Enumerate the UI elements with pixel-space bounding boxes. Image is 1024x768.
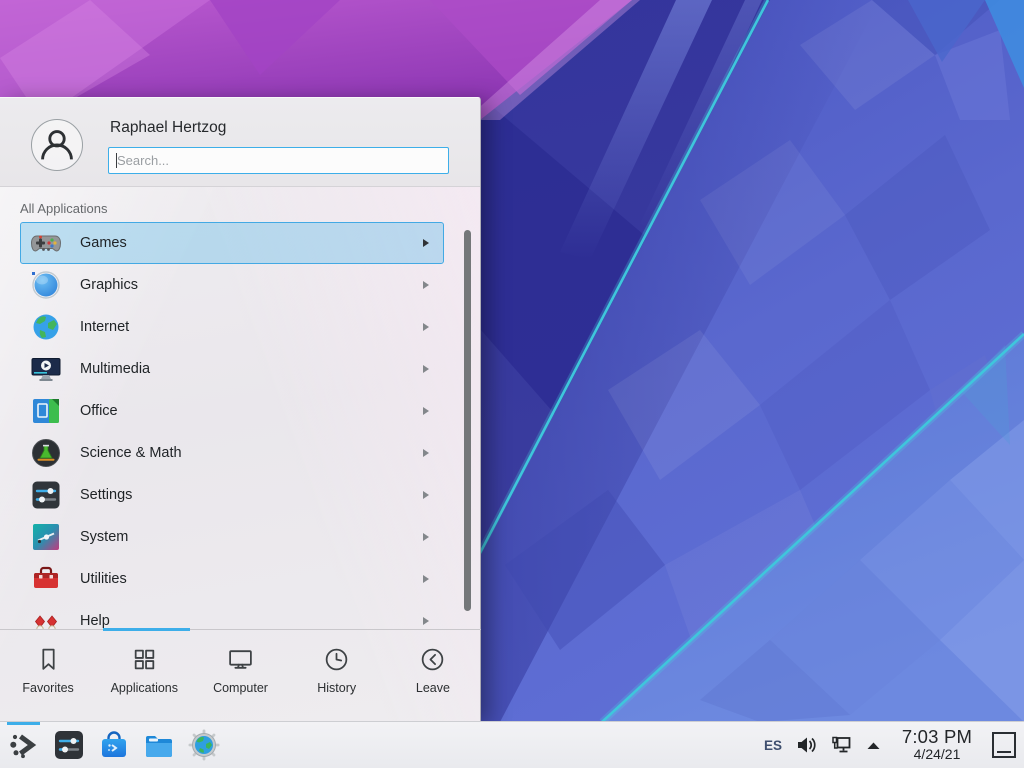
category-utilities[interactable]: Utilities [20, 558, 444, 600]
discover-button[interactable] [97, 728, 131, 762]
desktop: Raphael Hertzog All Applications Games [0, 0, 1024, 768]
folder-icon [142, 728, 176, 762]
shopping-bag-icon [97, 728, 131, 762]
toolbox-icon [30, 563, 62, 595]
list-scrollbar[interactable] [464, 230, 471, 611]
category-label: Science & Math [80, 445, 423, 461]
chevron-right-icon [423, 533, 429, 541]
chevron-right-icon [423, 617, 429, 625]
globe-icon [30, 311, 62, 343]
system-settings-button[interactable] [52, 728, 86, 762]
clock-date: 4/24/21 [895, 747, 979, 762]
show-desktop-button[interactable] [992, 732, 1016, 758]
active-launcher-indicator [7, 722, 40, 725]
clock-time: 7:03 PM [895, 727, 979, 747]
active-tab-indicator [103, 628, 190, 631]
section-label: All Applications [20, 201, 107, 216]
tab-applications[interactable]: Applications [96, 630, 192, 722]
category-label: Settings [80, 487, 423, 503]
documents-icon [30, 395, 62, 427]
user-name: Raphael Hertzog [110, 119, 226, 137]
search-input[interactable] [108, 147, 449, 174]
category-science-math[interactable]: Science & Math [20, 432, 444, 474]
monitor-play-icon [30, 353, 62, 385]
category-label: Graphics [80, 277, 423, 293]
menu-header: Raphael Hertzog [0, 98, 480, 187]
category-multimedia[interactable]: Multimedia [20, 348, 444, 390]
taskbar-launchers [7, 728, 221, 762]
tab-favorites[interactable]: Favorites [0, 630, 96, 722]
chevron-right-icon [423, 239, 429, 247]
text-cursor [116, 153, 117, 168]
expand-tray-icon[interactable] [865, 737, 882, 754]
tab-history[interactable]: History [289, 630, 385, 722]
clock-icon [323, 646, 350, 673]
file-manager-button[interactable] [142, 728, 176, 762]
category-office[interactable]: Office [20, 390, 444, 432]
menu-tab-bar: Favorites Applications Computer History … [0, 629, 481, 722]
computer-icon [227, 646, 254, 673]
system-tray: ES 7:03 PM 4/24/21 [764, 722, 1016, 768]
category-label: System [80, 529, 423, 545]
lifebuoy-icon [30, 605, 62, 629]
category-help[interactable]: Help [20, 600, 444, 629]
chevron-right-icon [423, 281, 429, 289]
blue-sphere-icon [30, 269, 62, 301]
category-games[interactable]: Games [20, 222, 444, 264]
category-label: Games [80, 235, 423, 251]
chevron-right-icon [423, 365, 429, 373]
sliders-icon [30, 479, 62, 511]
wired-network-icon[interactable] [830, 734, 852, 756]
kde-launcher-icon [7, 728, 41, 762]
system-slider-icon [30, 521, 62, 553]
web-browser-button[interactable] [187, 728, 221, 762]
flask-icon [30, 437, 62, 469]
category-internet[interactable]: Internet [20, 306, 444, 348]
leave-icon [419, 646, 446, 673]
category-label: Multimedia [80, 361, 423, 377]
gear-globe-icon [187, 728, 221, 762]
chevron-right-icon [423, 449, 429, 457]
chevron-right-icon [423, 491, 429, 499]
category-list: Games Graphics [0, 222, 456, 629]
category-label: Internet [80, 319, 423, 335]
application-launcher-button[interactable] [7, 728, 41, 762]
category-label: Office [80, 403, 423, 419]
chevron-right-icon [423, 323, 429, 331]
keyboard-layout-indicator[interactable]: ES [764, 738, 782, 753]
bookmark-icon [35, 646, 62, 673]
settings-sliders-icon [52, 728, 86, 762]
category-system[interactable]: System [20, 516, 444, 558]
tab-leave[interactable]: Leave [385, 630, 481, 722]
chevron-right-icon [423, 407, 429, 415]
category-label: Help [80, 613, 423, 629]
taskbar-panel: ES 7:03 PM 4/24/21 [0, 721, 1024, 768]
chevron-right-icon [423, 575, 429, 583]
application-launcher-menu: Raphael Hertzog All Applications Games [0, 97, 481, 721]
volume-icon[interactable] [795, 734, 817, 756]
app-grid-icon [131, 646, 158, 673]
category-label: Utilities [80, 571, 423, 587]
gamepad-icon [30, 227, 62, 259]
digital-clock[interactable]: 7:03 PM 4/24/21 [895, 727, 979, 762]
search-field-wrap [108, 147, 449, 174]
user-avatar-icon[interactable] [31, 119, 83, 171]
category-graphics[interactable]: Graphics [20, 264, 444, 306]
category-settings[interactable]: Settings [20, 474, 444, 516]
tab-computer[interactable]: Computer [192, 630, 288, 722]
